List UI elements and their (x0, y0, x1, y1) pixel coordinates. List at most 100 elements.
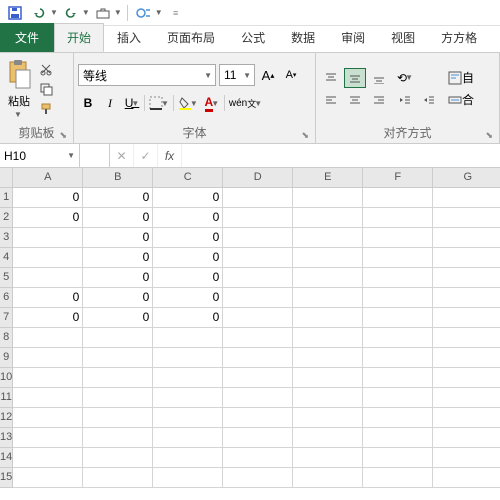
cell[interactable] (363, 428, 433, 448)
cell[interactable] (363, 368, 433, 388)
row-header[interactable]: 3 (0, 228, 13, 248)
cell[interactable] (363, 468, 433, 488)
copy-icon[interactable] (36, 80, 56, 98)
name-box[interactable]: H10▼ (0, 144, 80, 167)
briefcase-icon[interactable] (92, 2, 114, 24)
cell[interactable]: 0 (153, 208, 223, 228)
wrap-text-button[interactable]: 自 (446, 68, 476, 88)
align-top-icon[interactable] (320, 68, 342, 88)
save-icon[interactable] (4, 2, 26, 24)
cell[interactable] (293, 388, 363, 408)
cell[interactable] (293, 228, 363, 248)
cell[interactable] (293, 288, 363, 308)
column-header[interactable]: F (363, 168, 433, 188)
cell[interactable] (363, 348, 433, 368)
decrease-font-icon[interactable]: A▾ (281, 65, 301, 85)
cell[interactable] (223, 208, 293, 228)
touch-mode-icon[interactable] (133, 2, 155, 24)
cell[interactable] (293, 408, 363, 428)
cell[interactable] (83, 468, 153, 488)
align-right-icon[interactable] (368, 90, 390, 110)
tab-data[interactable]: 数据 (278, 23, 328, 52)
align-center-icon[interactable] (344, 90, 366, 110)
tab-home[interactable]: 开始 (54, 23, 104, 52)
row-header[interactable]: 5 (0, 268, 13, 288)
cell[interactable]: 0 (153, 228, 223, 248)
cell[interactable] (293, 188, 363, 208)
cell[interactable] (223, 188, 293, 208)
column-header[interactable]: C (153, 168, 223, 188)
briefcase-dropdown-icon[interactable]: ▼ (114, 8, 122, 17)
row-header[interactable]: 2 (0, 208, 13, 228)
redo-icon[interactable] (60, 2, 82, 24)
formula-input[interactable] (182, 144, 500, 167)
cell[interactable] (363, 308, 433, 328)
merge-button[interactable]: 合 (446, 90, 476, 110)
column-header[interactable]: B (83, 168, 153, 188)
cell[interactable] (223, 448, 293, 468)
cell[interactable] (83, 408, 153, 428)
cell[interactable] (433, 228, 500, 248)
cell[interactable] (293, 248, 363, 268)
tab-formulas[interactable]: 公式 (228, 23, 278, 52)
enter-icon[interactable]: ✓ (134, 144, 158, 167)
cell[interactable] (223, 368, 293, 388)
cell[interactable] (363, 448, 433, 468)
row-header[interactable]: 12 (0, 408, 13, 428)
orientation-icon[interactable]: ⟲▼ (394, 68, 416, 88)
increase-font-icon[interactable]: A▴ (258, 65, 278, 85)
fx-icon[interactable]: fx (158, 144, 182, 167)
cell[interactable] (83, 448, 153, 468)
cell[interactable] (13, 388, 83, 408)
cell[interactable] (433, 288, 500, 308)
tab-file[interactable]: 文件 (0, 23, 54, 52)
cell[interactable] (363, 328, 433, 348)
cell[interactable] (13, 468, 83, 488)
cell[interactable] (363, 388, 433, 408)
cell[interactable] (433, 468, 500, 488)
name-box-expand[interactable] (80, 144, 110, 167)
cell[interactable] (223, 328, 293, 348)
touch-dropdown-icon[interactable]: ▼ (155, 8, 163, 17)
cell[interactable] (293, 468, 363, 488)
cell[interactable] (363, 288, 433, 308)
phonetic-button[interactable]: wén文▼ (227, 93, 264, 113)
cell[interactable] (223, 468, 293, 488)
cell[interactable] (363, 408, 433, 428)
cell[interactable] (433, 348, 500, 368)
column-header[interactable]: G (433, 168, 500, 188)
cell[interactable]: 0 (13, 308, 83, 328)
underline-button[interactable]: U▼ (122, 93, 142, 113)
row-header[interactable]: 14 (0, 448, 13, 468)
cell[interactable] (223, 248, 293, 268)
cell[interactable] (293, 308, 363, 328)
undo-icon[interactable] (28, 2, 50, 24)
cell[interactable] (433, 368, 500, 388)
cell[interactable] (13, 408, 83, 428)
cell[interactable] (223, 228, 293, 248)
font-color-button[interactable]: A▼ (202, 93, 222, 113)
tab-insert[interactable]: 插入 (104, 23, 154, 52)
redo-dropdown-icon[interactable]: ▼ (82, 8, 90, 17)
cell[interactable] (433, 388, 500, 408)
cell[interactable]: 0 (153, 288, 223, 308)
cell[interactable] (223, 348, 293, 368)
cell[interactable] (153, 428, 223, 448)
row-header[interactable]: 11 (0, 388, 13, 408)
format-painter-icon[interactable] (36, 100, 56, 118)
select-all-corner[interactable] (0, 168, 13, 188)
cell[interactable] (433, 448, 500, 468)
cell[interactable] (83, 328, 153, 348)
cell[interactable] (433, 188, 500, 208)
cell[interactable] (433, 248, 500, 268)
row-header[interactable]: 10 (0, 368, 13, 388)
cell[interactable] (223, 288, 293, 308)
cell[interactable] (153, 348, 223, 368)
cell[interactable] (363, 268, 433, 288)
cell[interactable] (13, 228, 83, 248)
cell[interactable] (13, 428, 83, 448)
customize-qat-icon[interactable]: ≡ (165, 2, 187, 24)
cell[interactable]: 0 (83, 288, 153, 308)
cell[interactable]: 0 (153, 248, 223, 268)
row-header[interactable]: 15 (0, 468, 13, 488)
